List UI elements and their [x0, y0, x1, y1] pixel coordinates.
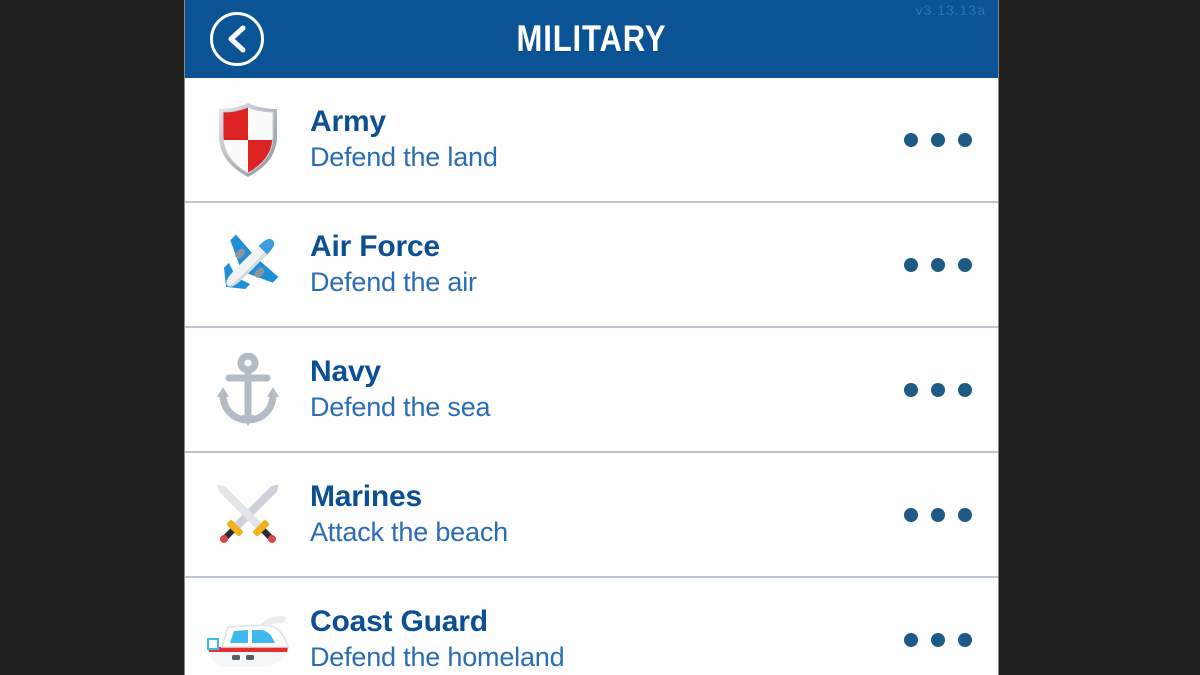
- chevron-left-icon: [224, 24, 250, 54]
- list-item-coast-guard[interactable]: Coast Guard Defend the homeland: [185, 578, 998, 675]
- overflow-menu-icon[interactable]: [878, 452, 998, 577]
- menu-dot: [931, 257, 945, 272]
- list-item-subtitle: Attack the beach: [310, 516, 508, 547]
- list-item-subtitle: Defend the land: [310, 141, 498, 172]
- overflow-menu-icon[interactable]: [878, 202, 998, 327]
- list-item-title: Coast Guard: [310, 605, 488, 639]
- list-item-subtitle: Defend the homeland: [310, 641, 565, 672]
- version-label: v3.13.13a: [915, 2, 986, 18]
- app-viewport: MILITARY v3.13.13a Army Defend the land …: [184, 0, 999, 675]
- list-item-text: Coast Guard Defend the homeland: [310, 605, 878, 674]
- anchor-icon: [185, 327, 310, 452]
- list-item-text: Navy Defend the sea: [310, 355, 878, 424]
- list-item-air-force[interactable]: Air Force Defend the air: [185, 203, 998, 328]
- list-item-title: Air Force: [310, 230, 440, 264]
- overflow-menu-icon[interactable]: [878, 77, 998, 202]
- overflow-menu-icon[interactable]: [878, 577, 998, 675]
- menu-dot: [958, 257, 972, 272]
- list-item-subtitle: Defend the sea: [310, 391, 491, 422]
- menu-dot: [904, 257, 918, 272]
- list-item-army[interactable]: Army Defend the land: [185, 78, 998, 203]
- list-item-marines[interactable]: Marines Attack the beach: [185, 453, 998, 578]
- app-header: MILITARY v3.13.13a: [185, 0, 998, 78]
- shield-icon: [185, 77, 310, 202]
- list-item-text: Army Defend the land: [310, 105, 878, 174]
- crossed-swords-icon: [185, 452, 310, 577]
- list-item-title: Navy: [310, 355, 381, 389]
- list-item-text: Air Force Defend the air: [310, 230, 878, 299]
- menu-dot: [958, 382, 972, 397]
- menu-dot: [931, 507, 945, 522]
- list-item-text: Marines Attack the beach: [310, 480, 878, 549]
- overflow-menu-icon[interactable]: [878, 327, 998, 452]
- list-item-title: Army: [310, 105, 386, 139]
- menu-dot: [904, 132, 918, 147]
- menu-dot: [958, 132, 972, 147]
- list-item-subtitle: Defend the air: [310, 266, 477, 297]
- menu-dot: [931, 382, 945, 397]
- screen: MILITARY v3.13.13a Army Defend the land …: [0, 0, 1200, 675]
- menu-dot: [904, 382, 918, 397]
- page-title: MILITARY: [516, 18, 667, 59]
- menu-dot: [958, 507, 972, 522]
- motorboat-icon: [185, 577, 310, 675]
- menu-dot: [904, 632, 918, 647]
- menu-dot: [931, 632, 945, 647]
- list-item-title: Marines: [310, 480, 422, 514]
- menu-dot: [931, 132, 945, 147]
- branch-list: Army Defend the land Air Force Defend th…: [185, 78, 998, 675]
- menu-dot: [958, 632, 972, 647]
- list-item-navy[interactable]: Navy Defend the sea: [185, 328, 998, 453]
- airplane-icon: [185, 202, 310, 327]
- menu-dot: [904, 507, 918, 522]
